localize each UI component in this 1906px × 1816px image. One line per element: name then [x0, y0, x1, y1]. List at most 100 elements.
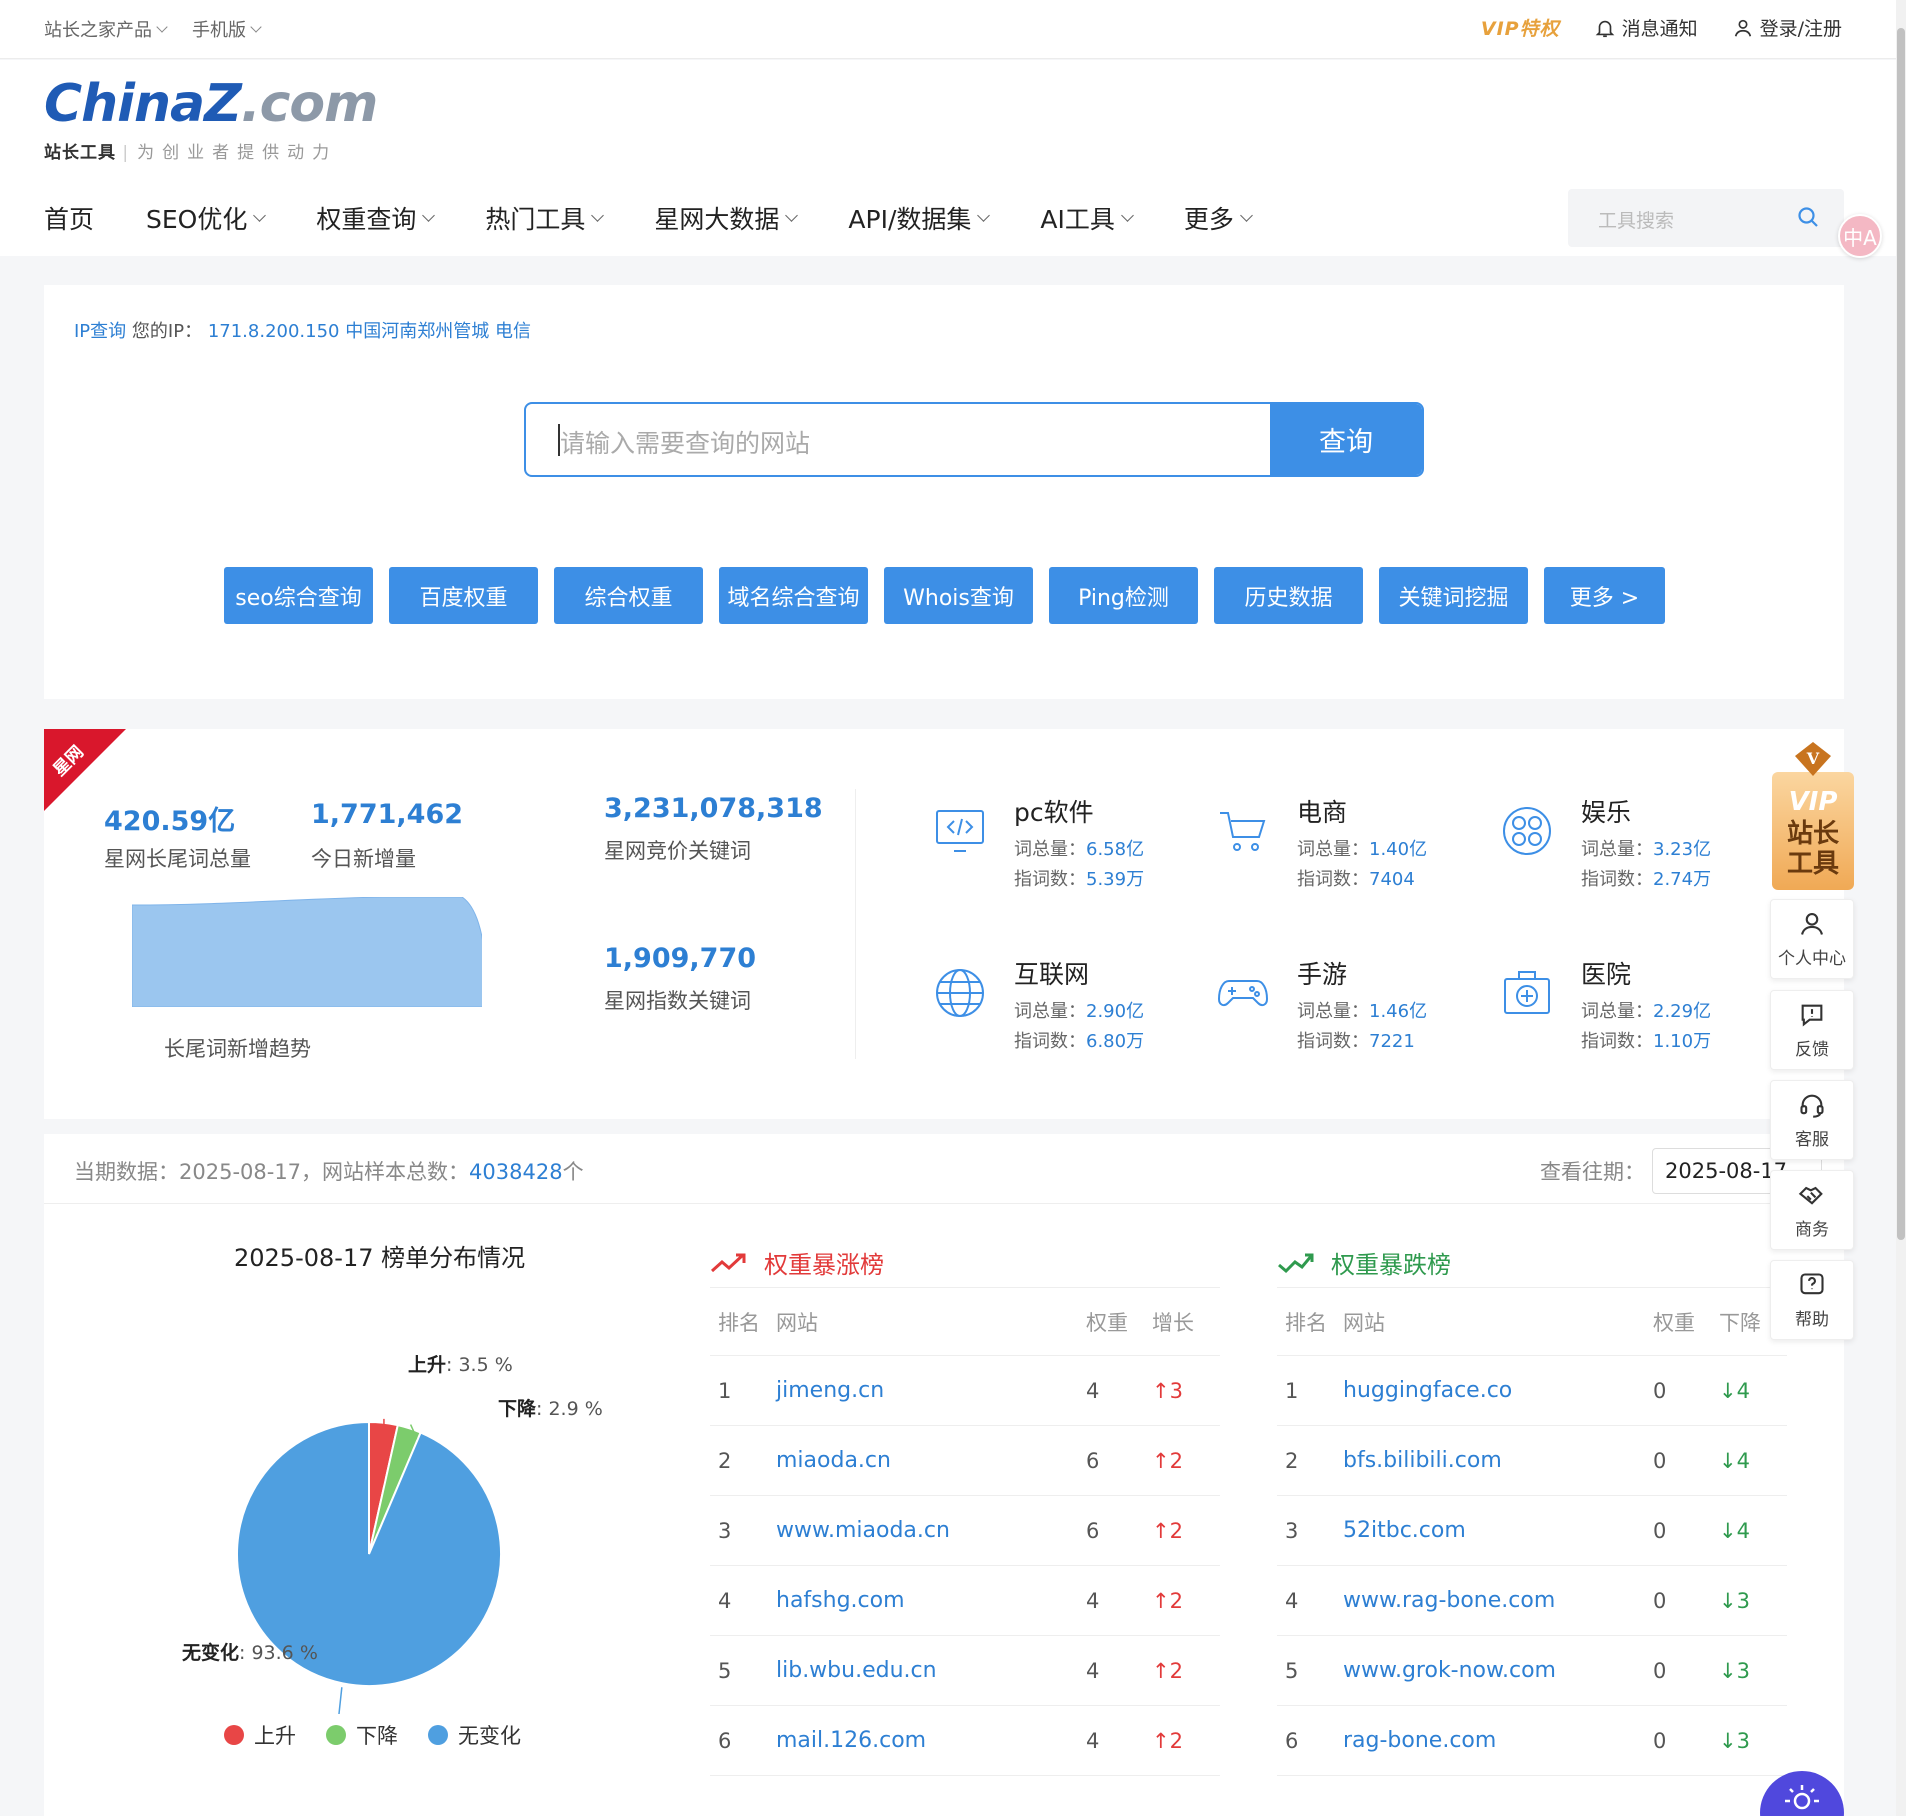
vip-badge-line2: 站长 [1787, 819, 1840, 849]
login-register-link[interactable]: 登录/注册 [1732, 14, 1842, 41]
site-link[interactable]: www.rag-bone.com [1343, 1588, 1653, 1613]
site-link[interactable]: jimeng.cn [776, 1378, 1086, 1403]
site-link[interactable]: mail.126.com [776, 1728, 1086, 1753]
scrollbar-thumb[interactable] [1897, 28, 1905, 1240]
theme-toggle-button[interactable] [1760, 1771, 1844, 1816]
pie-legend: 上升 下降 无变化 [224, 1720, 521, 1750]
mobile-menu[interactable]: 手机版 [192, 16, 262, 42]
chevron-down-icon [156, 20, 168, 33]
distribution-pie-chart [236, 1418, 502, 1714]
arrow-down-icon: ↓ [1719, 1658, 1737, 1683]
ip-info: IP查询 您的IP： 171.8.200.150 中国河南郑州管城 电信 [74, 321, 531, 342]
quick-more-button[interactable]: 更多 > [1544, 567, 1665, 624]
quick-history-button[interactable]: 历史数据 [1214, 567, 1363, 624]
table-row: 5 lib.wbu.edu.cn 4 ↑2 [710, 1636, 1220, 1706]
site-link[interactable]: rag-bone.com [1343, 1728, 1653, 1753]
site-link[interactable]: miaoda.cn [776, 1448, 1086, 1473]
period-info: 当期数据：2025-08-17，网站样本总数：4038428个 [74, 1160, 584, 1184]
site-link[interactable]: lib.wbu.edu.cn [776, 1658, 1086, 1683]
nav-home[interactable]: 首页 [44, 200, 94, 236]
bell-icon [1595, 20, 1614, 37]
main-nav: 首页 SEO优化 权重查询 热门工具 星网大数据 API/数据集 AI工具 更多 [44, 200, 1303, 236]
vip-privilege-link[interactable]: VIP特权 [1481, 14, 1560, 41]
header: ChinaZ.com 站长工具 | 为创业者提供动力 首页 SEO优化 权重查询 … [0, 60, 1906, 256]
pie-leader-2 [338, 1687, 343, 1714]
translate-button[interactable]: 中A [1838, 214, 1882, 258]
float-customer-service[interactable]: 客服 [1770, 1080, 1854, 1160]
arrow-down-icon: ↓ [1719, 1728, 1737, 1753]
longtail-total-label: 星网长尾词总量 [104, 847, 251, 871]
nav-hot-tools[interactable]: 热门工具 [485, 200, 605, 236]
float-feedback[interactable]: 反馈 [1770, 990, 1854, 1070]
vip-tools-badge[interactable]: V VIP 站长 工具 [1768, 742, 1858, 892]
handshake-icon [1798, 1186, 1823, 1205]
site-link[interactable]: www.grok-now.com [1343, 1658, 1653, 1683]
index-keywords-label: 星网指数关键词 [604, 989, 751, 1013]
search-card: IP查询 您的IP： 171.8.200.150 中国河南郑州管城 电信 请输入… [44, 285, 1844, 699]
table-row: 6 rag-bone.com 0 ↓3 [1277, 1706, 1787, 1776]
legend-up[interactable]: 上升 [224, 1720, 296, 1750]
quick-domain-button[interactable]: 域名综合查询 [719, 567, 868, 624]
table-row: 4 www.rag-bone.com 0 ↓3 [1277, 1566, 1787, 1636]
table-row: 2 miaoda.cn 6 ↑2 [710, 1426, 1220, 1496]
chevron-down-icon [591, 209, 605, 222]
quick-keyword-button[interactable]: 关键词挖掘 [1379, 567, 1528, 624]
quick-seo-button[interactable]: seo综合查询 [224, 567, 373, 624]
category-entertainment[interactable]: 娱乐 词总量：3.23亿 指词数：2.74万 [1501, 793, 1741, 903]
site-link[interactable]: www.miaoda.cn [776, 1518, 1086, 1543]
table-row: 2 bfs.bilibili.com 0 ↓4 [1277, 1426, 1787, 1496]
quick-overall-weight-button[interactable]: 综合权重 [554, 567, 703, 624]
category-hospital[interactable]: 医院 词总量：2.29亿 指词数：1.10万 [1501, 955, 1741, 1065]
query-button[interactable]: 查询 [1270, 404, 1422, 475]
quick-baidu-weight-button[interactable]: 百度权重 [389, 567, 538, 624]
nav-more[interactable]: 更多 [1184, 200, 1253, 236]
table-row: 5 www.grok-now.com 0 ↓3 [1277, 1636, 1787, 1706]
products-menu[interactable]: 站长之家产品 [44, 16, 168, 42]
category-ecommerce[interactable]: 电商 词总量：1.40亿 指词数：7404 [1217, 793, 1457, 903]
arrow-down-icon: ↓ [1719, 1588, 1737, 1613]
arrow-up-icon: ↑ [1152, 1588, 1170, 1613]
feedback-icon [1801, 1004, 1823, 1027]
site-link[interactable]: hafshg.com [776, 1588, 1086, 1613]
quick-ping-button[interactable]: Ping检测 [1049, 567, 1198, 624]
shopping-cart-icon [1220, 812, 1266, 851]
nav-api[interactable]: API/数据集 [848, 200, 991, 236]
category-internet[interactable]: 互联网 词总量：2.90亿 指词数：6.80万 [934, 955, 1174, 1065]
site-search-input[interactable]: 请输入需要查询的网站 查询 [524, 402, 1424, 477]
table-row: 1 jimeng.cn 4 ↑3 [710, 1356, 1220, 1426]
globe-icon [936, 969, 984, 1017]
nav-ai[interactable]: AI工具 [1040, 200, 1134, 236]
tool-search-input[interactable]: 工具搜索 [1568, 189, 1844, 247]
weight-fall-board: 权重暴跌榜 排名 网站 权重 下降 1 huggingface.co 0 ↓4 2 bf… [1277, 1238, 1787, 1776]
user-icon [1801, 912, 1823, 935]
legend-nochange[interactable]: 无变化 [428, 1720, 521, 1750]
quick-whois-button[interactable]: Whois查询 [884, 567, 1033, 624]
float-business[interactable]: 商务 [1770, 1170, 1854, 1250]
ip-query-link[interactable]: IP查询 [74, 321, 126, 342]
pie-label-down: 下降: 2.9 % [498, 1398, 603, 1420]
float-help[interactable]: 帮助 [1770, 1260, 1854, 1340]
page-scrollbar[interactable] [1896, 0, 1906, 1816]
nav-bigdata[interactable]: 星网大数据 [654, 200, 799, 236]
notification-link[interactable]: 消息通知 [1594, 14, 1698, 41]
fall-table-header: 排名 网站 权重 下降 [1277, 1288, 1787, 1356]
bid-keywords-label: 星网竞价关键词 [604, 839, 751, 863]
text-cursor [558, 424, 560, 456]
site-link[interactable]: bfs.bilibili.com [1343, 1448, 1653, 1473]
arrow-down-icon: ↓ [1719, 1378, 1737, 1403]
weight-rise-board: 权重暴涨榜 排名 网站 权重 增长 1 jimeng.cn 4 ↑3 2 miaoda.… [710, 1238, 1220, 1776]
rise-board-title: 权重暴涨榜 [710, 1238, 1220, 1288]
category-mobile-games[interactable]: 手游 词总量：1.46亿 指词数：7221 [1217, 955, 1457, 1065]
site-link[interactable]: 52itbc.com [1343, 1518, 1653, 1543]
gamepad-icon [1217, 980, 1269, 1007]
site-logo[interactable]: ChinaZ.com 站长工具 | 为创业者提供动力 [44, 74, 378, 163]
logo-subtitle: 站长工具 | 为创业者提供动力 [44, 143, 338, 163]
rise-table-header: 排名 网站 权重 增长 [710, 1288, 1220, 1356]
search-icon[interactable] [1796, 205, 1820, 229]
category-pc-software[interactable]: pc软件 词总量：6.58亿 指词数：5.39万 [934, 793, 1174, 903]
nav-weight[interactable]: 权重查询 [316, 200, 436, 236]
legend-down[interactable]: 下降 [326, 1720, 398, 1750]
float-user-center[interactable]: 个人中心 [1770, 899, 1854, 979]
site-link[interactable]: huggingface.co [1343, 1378, 1653, 1403]
nav-seo[interactable]: SEO优化 [146, 200, 267, 236]
